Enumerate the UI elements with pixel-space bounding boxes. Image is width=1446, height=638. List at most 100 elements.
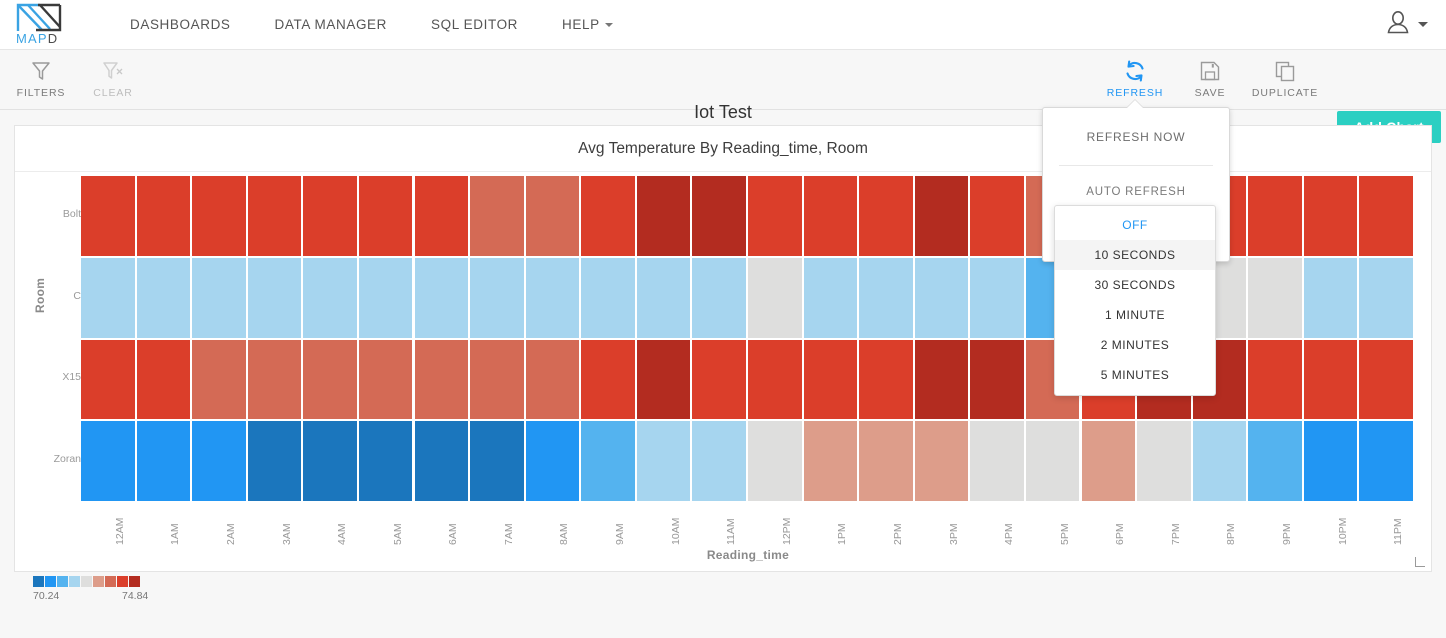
legend-swatch[interactable] bbox=[69, 576, 80, 587]
panel-resize-handle[interactable] bbox=[1415, 557, 1425, 567]
heatmap-cell[interactable] bbox=[414, 421, 469, 501]
heatmap-cell[interactable] bbox=[803, 176, 858, 256]
heatmap-cell[interactable] bbox=[303, 339, 357, 420]
save-button[interactable]: SAVE bbox=[1171, 58, 1249, 99]
heatmap-cell[interactable] bbox=[1359, 176, 1413, 256]
heatmap-cell[interactable] bbox=[1248, 339, 1302, 420]
heatmap-cell[interactable] bbox=[525, 257, 580, 338]
legend-swatches[interactable] bbox=[33, 576, 141, 587]
heatmap-cell[interactable] bbox=[859, 176, 913, 256]
legend-swatch[interactable] bbox=[105, 576, 116, 587]
heatmap-cell[interactable] bbox=[1192, 421, 1247, 501]
heatmap-cell[interactable] bbox=[1248, 176, 1302, 256]
auto-refresh-option[interactable]: 10 SECONDS bbox=[1055, 240, 1215, 270]
auto-refresh-option[interactable]: 2 MINUTES bbox=[1055, 330, 1215, 360]
nav-link-dashboards[interactable]: DASHBOARDS bbox=[108, 0, 253, 50]
heatmap-cell[interactable] bbox=[81, 257, 135, 338]
heatmap-cell[interactable] bbox=[358, 257, 413, 338]
heatmap-cell[interactable] bbox=[1303, 257, 1358, 338]
heatmap-cell[interactable] bbox=[358, 339, 413, 420]
heatmap-cell[interactable] bbox=[192, 176, 246, 256]
heatmap-cell[interactable] bbox=[470, 257, 524, 338]
heatmap-cell[interactable] bbox=[914, 176, 969, 256]
auto-refresh-option[interactable]: OFF bbox=[1055, 210, 1215, 240]
heatmap-cell[interactable] bbox=[748, 257, 802, 338]
heatmap-cell[interactable] bbox=[136, 421, 191, 501]
heatmap-cell[interactable] bbox=[581, 339, 635, 420]
heatmap-cell[interactable] bbox=[414, 176, 469, 256]
heatmap-cell[interactable] bbox=[581, 421, 635, 501]
heatmap-cell[interactable] bbox=[1303, 421, 1358, 501]
heatmap-cell[interactable] bbox=[748, 176, 802, 256]
heatmap-cell[interactable] bbox=[1025, 421, 1080, 501]
auto-refresh-option[interactable]: 1 MINUTE bbox=[1055, 300, 1215, 330]
legend-swatch[interactable] bbox=[81, 576, 92, 587]
clear-button[interactable]: CLEAR bbox=[74, 58, 152, 99]
heatmap-cell[interactable] bbox=[636, 339, 691, 420]
heatmap-cell[interactable] bbox=[525, 421, 580, 501]
legend-swatch[interactable] bbox=[57, 576, 68, 587]
heatmap-cell[interactable] bbox=[1248, 257, 1302, 338]
filters-button[interactable]: FILTERS bbox=[2, 58, 80, 99]
heatmap-cell[interactable] bbox=[859, 257, 913, 338]
heatmap-cell[interactable] bbox=[1359, 257, 1413, 338]
heatmap-cell[interactable] bbox=[470, 339, 524, 420]
heatmap-cell[interactable] bbox=[136, 339, 191, 420]
heatmap-cell[interactable] bbox=[581, 176, 635, 256]
heatmap-cell[interactable] bbox=[970, 176, 1024, 256]
legend-swatch[interactable] bbox=[33, 576, 44, 587]
heatmap-cell[interactable] bbox=[470, 421, 524, 501]
refresh-button[interactable]: REFRESH bbox=[1096, 58, 1174, 99]
heatmap-cell[interactable] bbox=[525, 339, 580, 420]
heatmap-cell[interactable] bbox=[914, 257, 969, 338]
heatmap-cell[interactable] bbox=[192, 339, 246, 420]
refresh-now-menu-item[interactable]: REFRESH NOW bbox=[1043, 108, 1229, 144]
heatmap-cell[interactable] bbox=[859, 339, 913, 420]
heatmap-cell[interactable] bbox=[414, 339, 469, 420]
heatmap-cell[interactable] bbox=[470, 176, 524, 256]
nav-link-sql-editor[interactable]: SQL EDITOR bbox=[409, 0, 540, 50]
nav-link-help[interactable]: HELP bbox=[540, 0, 635, 50]
heatmap-cell[interactable] bbox=[247, 176, 302, 256]
user-menu[interactable] bbox=[1385, 9, 1428, 40]
heatmap-cell[interactable] bbox=[136, 176, 191, 256]
legend-swatch[interactable] bbox=[117, 576, 128, 587]
auto-refresh-option[interactable]: 30 SECONDS bbox=[1055, 270, 1215, 300]
heatmap-cell[interactable] bbox=[803, 421, 858, 501]
heatmap-cell[interactable] bbox=[81, 176, 135, 256]
heatmap-cell[interactable] bbox=[1137, 421, 1191, 501]
heatmap-cell[interactable] bbox=[1303, 176, 1358, 256]
heatmap-cell[interactable] bbox=[748, 421, 802, 501]
heatmap-cell[interactable] bbox=[914, 421, 969, 501]
heatmap-cell[interactable] bbox=[358, 176, 413, 256]
heatmap-cell[interactable] bbox=[303, 176, 357, 256]
heatmap-cell[interactable] bbox=[970, 421, 1024, 501]
heatmap-cell[interactable] bbox=[81, 339, 135, 420]
heatmap-cell[interactable] bbox=[692, 421, 746, 501]
heatmap-cell[interactable] bbox=[192, 421, 246, 501]
heatmap-cell[interactable] bbox=[1248, 421, 1302, 501]
heatmap-cell[interactable] bbox=[1359, 339, 1413, 420]
heatmap-cell[interactable] bbox=[414, 257, 469, 338]
heatmap-cell[interactable] bbox=[970, 257, 1024, 338]
heatmap-cell[interactable] bbox=[247, 339, 302, 420]
legend-swatch[interactable] bbox=[93, 576, 104, 587]
heatmap-cell[interactable] bbox=[247, 257, 302, 338]
duplicate-button[interactable]: DUPLICATE bbox=[1246, 58, 1324, 99]
heatmap-cell[interactable] bbox=[136, 257, 191, 338]
legend-swatch[interactable] bbox=[45, 576, 56, 587]
mapd-logo[interactable]: MAPD bbox=[12, 3, 70, 47]
auto-refresh-option[interactable]: 5 MINUTES bbox=[1055, 360, 1215, 390]
heatmap-cell[interactable] bbox=[1359, 421, 1413, 501]
heatmap-cell[interactable] bbox=[970, 339, 1024, 420]
heatmap-cell[interactable] bbox=[303, 421, 357, 501]
heatmap-cell[interactable] bbox=[81, 421, 135, 501]
heatmap-cell[interactable] bbox=[192, 257, 246, 338]
heatmap-cell[interactable] bbox=[247, 421, 302, 501]
heatmap-cell[interactable] bbox=[358, 421, 413, 501]
heatmap-cell[interactable] bbox=[525, 176, 580, 256]
heatmap-cell[interactable] bbox=[859, 421, 913, 501]
nav-link-data-manager[interactable]: DATA MANAGER bbox=[253, 0, 409, 50]
heatmap-cell[interactable] bbox=[636, 421, 691, 501]
heatmap-cell[interactable] bbox=[748, 339, 802, 420]
